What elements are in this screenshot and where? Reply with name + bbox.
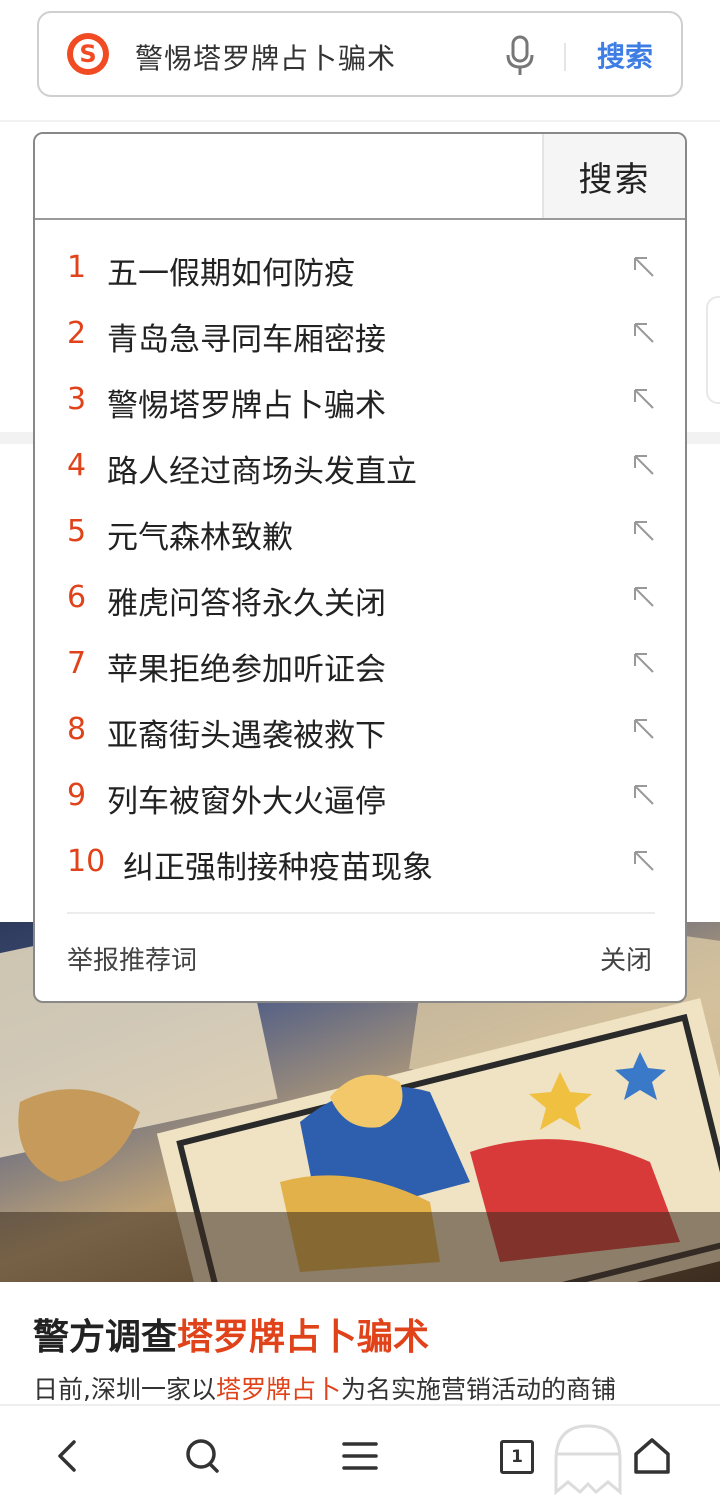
dropdown-search-input[interactable] — [35, 134, 542, 218]
suggestion-text: 青岛急寻同车厢密接 — [107, 322, 386, 358]
close-dropdown-button[interactable]: 关闭 — [600, 940, 652, 977]
suggestion-rank: 4 — [67, 448, 87, 483]
back-arrow-icon[interactable] — [48, 1436, 88, 1476]
fill-query-arrow-icon[interactable] — [631, 584, 657, 610]
fill-query-arrow-icon[interactable] — [631, 452, 657, 478]
suggestion-item[interactable]: 3 警惕塔罗牌占卜骗术 — [35, 370, 685, 436]
suggestion-text: 元气森林致歉 — [107, 520, 293, 556]
browser-page: S 警惕塔罗牌占卜骗术 搜索 警方调查塔罗牌占卜骗术 日前,深圳一家以塔罗牌占卜… — [0, 0, 720, 1498]
article-title[interactable]: 警方调查塔罗牌占卜骗术 — [33, 1308, 429, 1360]
search-submit-button[interactable]: 搜索 — [597, 35, 653, 75]
fill-query-arrow-icon[interactable] — [631, 650, 657, 676]
sogou-logo-icon: S — [67, 33, 109, 75]
suggestion-text: 雅虎问答将永久关闭 — [107, 586, 386, 622]
suggestion-item[interactable]: 7 苹果拒绝参加听证会 — [35, 634, 685, 700]
dropdown-search-row: 搜索 — [35, 134, 685, 220]
logo-letter: S — [79, 40, 97, 68]
microphone-icon[interactable] — [504, 35, 536, 77]
dropdown-search-button[interactable]: 搜索 — [542, 134, 685, 218]
suggestion-text: 五一假期如何防疫 — [107, 256, 355, 292]
snippet-suffix: 为名实施营销活动的商铺 — [340, 1375, 616, 1404]
suggestion-rank: 8 — [67, 712, 87, 747]
suggestion-rank: 3 — [67, 382, 87, 417]
fill-query-arrow-icon[interactable] — [631, 320, 657, 346]
suggestion-item[interactable]: 5 元气森林致歉 — [35, 502, 685, 568]
mascot-ghost-icon[interactable] — [548, 1420, 628, 1496]
suggestion-item[interactable]: 8 亚裔街头遇袭被救下 — [35, 700, 685, 766]
search-box[interactable]: S 警惕塔罗牌占卜骗术 搜索 — [37, 11, 683, 97]
snippet-highlight: 塔罗牌占卜 — [215, 1375, 341, 1404]
fill-query-arrow-icon[interactable] — [631, 782, 657, 808]
dropdown-divider — [67, 912, 655, 914]
divider — [564, 43, 566, 71]
suggestion-text: 警惕塔罗牌占卜骗术 — [107, 388, 386, 424]
search-query-text[interactable]: 警惕塔罗牌占卜骗术 — [135, 37, 396, 77]
suggestion-rank: 5 — [67, 514, 87, 549]
suggestion-text: 纠正强制接种疫苗现象 — [123, 850, 433, 886]
search-icon[interactable] — [182, 1436, 222, 1476]
snippet-prefix: 日前,深圳一家以 — [33, 1375, 216, 1404]
fill-query-arrow-icon[interactable] — [631, 848, 657, 874]
suggestion-item[interactable]: 4 路人经过商场头发直立 — [35, 436, 685, 502]
tabs-count-button[interactable]: 1 — [500, 1440, 534, 1474]
fill-query-arrow-icon[interactable] — [631, 518, 657, 544]
suggestion-rank: 10 — [67, 844, 106, 879]
article-snippet: 日前,深圳一家以塔罗牌占卜为名实施营销活动的商铺 — [33, 1370, 693, 1406]
fill-query-arrow-icon[interactable] — [631, 254, 657, 280]
suggestion-text: 路人经过商场头发直立 — [107, 454, 417, 490]
suggestion-rank: 9 — [67, 778, 87, 813]
suggestion-rank: 6 — [67, 580, 87, 615]
suggestion-rank: 7 — [67, 646, 87, 681]
top-search-bar: S 警惕塔罗牌占卜骗术 搜索 — [0, 0, 720, 122]
suggestion-item[interactable]: 1 五一假期如何防疫 — [35, 238, 685, 304]
suggestion-item[interactable]: 6 雅虎问答将永久关闭 — [35, 568, 685, 634]
suggestion-item[interactable]: 2 青岛急寻同车厢密接 — [35, 304, 685, 370]
suggestion-dropdown: 搜索 1 五一假期如何防疫 2 青岛急寻同车厢密接 3 警惕塔罗牌占卜骗术 4 … — [33, 132, 687, 1003]
suggestion-item[interactable]: 10 纠正强制接种疫苗现象 — [35, 832, 685, 898]
article-title-prefix: 警方调查 — [33, 1317, 178, 1358]
report-suggestions-link[interactable]: 举报推荐词 — [67, 940, 197, 977]
background-card — [706, 296, 720, 404]
suggestion-rank: 2 — [67, 316, 87, 351]
home-icon[interactable] — [632, 1436, 672, 1476]
fill-query-arrow-icon[interactable] — [631, 386, 657, 412]
suggestion-text: 列车被窗外大火逼停 — [107, 784, 386, 820]
bottom-navigation: 1 — [0, 1404, 720, 1498]
menu-icon[interactable] — [340, 1436, 380, 1476]
suggestion-item[interactable]: 9 列车被窗外大火逼停 — [35, 766, 685, 832]
fill-query-arrow-icon[interactable] — [631, 716, 657, 742]
article-title-highlight: 塔罗牌占卜骗术 — [177, 1317, 430, 1358]
suggestion-text: 亚裔街头遇袭被救下 — [107, 718, 386, 754]
suggestion-rank: 1 — [67, 250, 87, 285]
suggestion-list: 1 五一假期如何防疫 2 青岛急寻同车厢密接 3 警惕塔罗牌占卜骗术 4 路人经… — [35, 238, 685, 898]
suggestion-text: 苹果拒绝参加听证会 — [107, 652, 386, 688]
